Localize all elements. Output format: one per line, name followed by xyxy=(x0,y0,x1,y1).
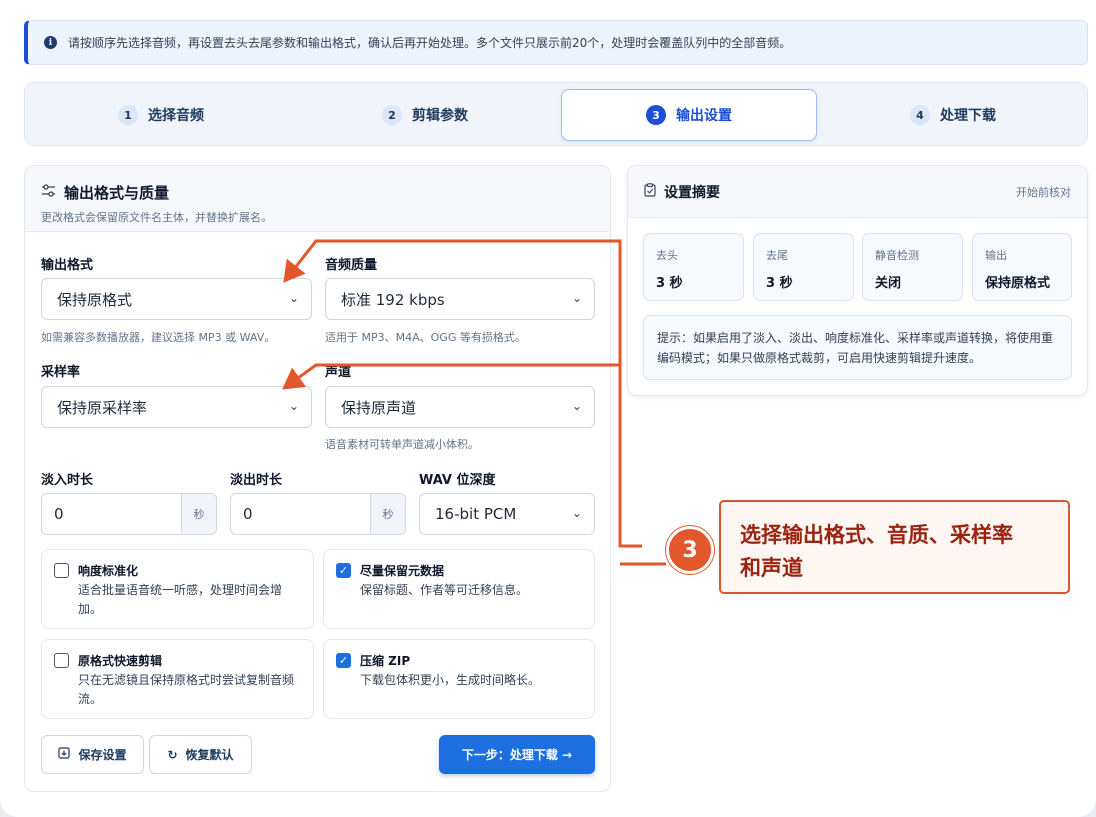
annotation-callout: 选择输出格式、音质、采样率 和声道 xyxy=(719,500,1070,594)
option-title: 原格式快速剪辑 xyxy=(78,654,163,668)
step-badge: 3 xyxy=(666,526,714,574)
stat-key: 静音检测 xyxy=(875,249,919,262)
option-title: 响度标准化 xyxy=(78,564,139,578)
option-desc: 只在无滤镜且保持原格式时尝试复制音频流。 xyxy=(78,673,295,706)
step-number: 3 xyxy=(646,105,666,125)
step-process-download[interactable]: 4 处理下载 xyxy=(825,89,1081,141)
stat-output: 输出 保持原格式 xyxy=(972,233,1072,301)
step-edit-params[interactable]: 2 剪辑参数 xyxy=(297,89,553,141)
save-icon xyxy=(58,747,71,762)
quality-label: 音频质量 xyxy=(325,258,378,273)
checkbox[interactable] xyxy=(54,563,69,578)
option-title: 尽量保留元数据 xyxy=(360,564,445,578)
quality-value: 标准 192 kbps xyxy=(341,290,445,309)
summary-header: 设置摘要 开始前核对 xyxy=(628,166,1087,218)
format-quality-card: 输出格式与质量 更改格式会保留原文件名主体，并替换扩展名。 输出格式 保持原格式… xyxy=(24,165,611,792)
summary-tip: 提示：如果启用了淡入、淡出、响度标准化、采样率或声道转换，将使用重编码模式；如果… xyxy=(643,315,1072,380)
option-desc: 下载包体积更小，生成时间略长。 xyxy=(360,673,541,687)
step-number: 4 xyxy=(910,105,930,125)
sample-rate-label: 采样率 xyxy=(41,365,81,380)
fade-out-input[interactable]: 0 xyxy=(230,493,371,535)
checkbox[interactable] xyxy=(54,653,69,668)
fade-in-input[interactable]: 0 xyxy=(41,493,182,535)
stat-value: 3 秒 xyxy=(766,276,793,291)
fade-out-value: 0 xyxy=(243,505,253,523)
chevron-down-icon: ⌄ xyxy=(288,291,299,305)
checkbox-checked[interactable]: ✓ xyxy=(336,563,351,578)
clipboard-icon xyxy=(644,182,656,201)
card-title: 输出格式与质量 xyxy=(64,184,170,202)
next-step-button[interactable]: 下一步：处理下载 → xyxy=(439,735,595,774)
step-output-settings[interactable]: 3 输出设置 xyxy=(561,89,817,141)
stat-key: 去尾 xyxy=(766,249,788,262)
wav-depth-value: 16-bit PCM xyxy=(435,505,517,523)
option-desc: 适合批量语音统一听感，处理时间会增加。 xyxy=(78,583,283,616)
stepper: 1 选择音频 2 剪辑参数 3 输出设置 4 处理下载 xyxy=(24,82,1088,146)
chevron-down-icon: ⌄ xyxy=(288,399,299,413)
stat-trim-tail: 去尾 3 秒 xyxy=(753,233,854,301)
step-select-audio[interactable]: 1 选择音频 xyxy=(33,89,289,141)
step-label: 输出设置 xyxy=(676,108,732,124)
quality-hint: 适用于 MP3、M4A、OGG 等有损格式。 xyxy=(325,331,526,344)
callout-line-2: 和声道 xyxy=(740,556,803,580)
fade-in-value: 0 xyxy=(54,505,64,523)
stat-key: 去头 xyxy=(656,249,678,262)
stat-value: 关闭 xyxy=(875,276,902,291)
sample-rate-select[interactable]: 保持原采样率 ⌄ xyxy=(41,386,312,428)
checkbox-checked[interactable]: ✓ xyxy=(336,653,351,668)
stat-value: 保持原格式 xyxy=(985,276,1051,291)
summary-title: 设置摘要 xyxy=(664,184,720,201)
option-loudness-normalize[interactable]: 响度标准化 适合批量语音统一听感，处理时间会增加。 xyxy=(41,549,314,629)
output-format-select[interactable]: 保持原格式 ⌄ xyxy=(41,278,312,320)
stat-value: 3 秒 xyxy=(656,276,683,291)
output-format-label: 输出格式 xyxy=(41,258,94,273)
option-keep-metadata[interactable]: ✓ 尽量保留元数据 保留标题、作者等可迁移信息。 xyxy=(323,549,595,629)
step-label: 剪辑参数 xyxy=(412,108,468,124)
channels-label: 声道 xyxy=(325,365,352,380)
option-desc: 保留标题、作者等可迁移信息。 xyxy=(360,583,529,597)
page: i 请按顺序先选择音频，再设置去头去尾参数和输出格式，确认后再开始处理。多个文件… xyxy=(0,0,1096,817)
sliders-icon xyxy=(41,184,56,201)
channels-select[interactable]: 保持原声道 ⌄ xyxy=(325,386,595,428)
info-banner: i 请按顺序先选择音频，再设置去头去尾参数和输出格式，确认后再开始处理。多个文件… xyxy=(24,20,1088,65)
summary-note: 开始前核对 xyxy=(1016,185,1071,199)
summary-card: 设置摘要 开始前核对 去头 3 秒 去尾 3 秒 静音检测 关闭 输出 保持原格… xyxy=(627,165,1088,396)
option-zip[interactable]: ✓ 压缩 ZIP 下载包体积更小，生成时间略长。 xyxy=(323,639,595,719)
step-label: 选择音频 xyxy=(148,108,204,124)
save-settings-button[interactable]: 保存设置 xyxy=(41,735,144,774)
fade-out-label: 淡出时长 xyxy=(230,473,283,488)
chevron-down-icon: ⌄ xyxy=(571,399,582,413)
wav-depth-select[interactable]: 16-bit PCM ⌄ xyxy=(419,493,595,535)
reset-default-button[interactable]: ↻ 恢复默认 xyxy=(149,735,252,774)
output-format-value: 保持原格式 xyxy=(57,290,133,309)
step-number: 1 xyxy=(118,105,138,125)
stat-trim-head: 去头 3 秒 xyxy=(643,233,744,301)
quality-select[interactable]: 标准 192 kbps ⌄ xyxy=(325,278,595,320)
card-subtitle: 更改格式会保留原文件名主体，并替换扩展名。 xyxy=(41,211,272,224)
fade-in-unit: 秒 xyxy=(182,493,217,535)
stat-key: 输出 xyxy=(985,249,1007,262)
info-icon: i xyxy=(44,36,57,49)
chevron-down-icon: ⌄ xyxy=(571,506,582,520)
option-title: 压缩 ZIP xyxy=(360,654,411,668)
chevron-down-icon: ⌄ xyxy=(571,291,582,305)
card-header: 输出格式与质量 更改格式会保留原文件名主体，并替换扩展名。 xyxy=(25,166,610,232)
channels-value: 保持原声道 xyxy=(341,398,417,417)
next-label: 下一步：处理下载 → xyxy=(461,748,573,762)
option-fast-cut[interactable]: 原格式快速剪辑 只在无滤镜且保持原格式时尝试复制音频流。 xyxy=(41,639,314,719)
output-format-hint: 如需兼容多数播放器，建议选择 MP3 或 WAV。 xyxy=(41,331,276,344)
step-number: 2 xyxy=(382,105,402,125)
wav-depth-label: WAV 位深度 xyxy=(419,473,496,488)
fade-out-unit: 秒 xyxy=(371,493,406,535)
banner-text: 请按顺序先选择音频，再设置去头去尾参数和输出格式，确认后再开始处理。多个文件只展… xyxy=(68,36,792,50)
stat-silence-detect: 静音检测 关闭 xyxy=(862,233,963,301)
save-label: 保存设置 xyxy=(78,748,127,762)
step-label: 处理下载 xyxy=(940,108,996,124)
reset-icon: ↻ xyxy=(167,747,178,762)
channels-hint: 语音素材可转单声道减小体积。 xyxy=(325,438,479,451)
sample-rate-value: 保持原采样率 xyxy=(57,398,148,417)
reset-label: 恢复默认 xyxy=(185,748,234,762)
fade-in-label: 淡入时长 xyxy=(41,473,94,488)
callout-line-1: 选择输出格式、音质、采样率 xyxy=(740,523,1013,547)
